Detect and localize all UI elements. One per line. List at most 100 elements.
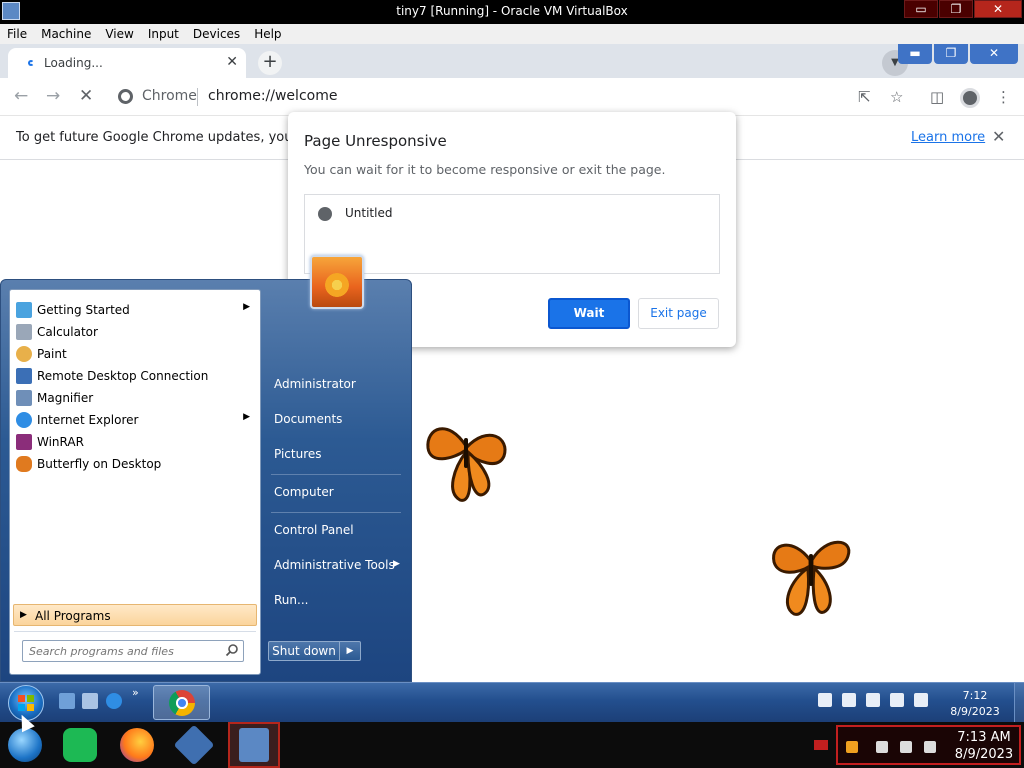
unresponsive-page-name: Untitled xyxy=(345,206,393,220)
learn-more-link[interactable]: Learn more xyxy=(911,130,985,145)
show-desktop-button[interactable] xyxy=(1014,683,1024,723)
program-winrar[interactable]: WinRAR xyxy=(12,431,258,453)
guest-clock[interactable]: 7:12 8/9/2023 xyxy=(940,688,1010,720)
host-notification-icon[interactable] xyxy=(814,740,828,750)
forward-arrow-icon[interactable]: → xyxy=(46,86,60,106)
chrome-site-icon xyxy=(118,89,133,104)
program-paint[interactable]: Paint xyxy=(12,343,258,365)
host-notes-app-icon[interactable] xyxy=(63,728,97,762)
butterfly-icon xyxy=(16,456,32,472)
user-picture[interactable] xyxy=(310,255,364,309)
stop-loading-icon[interactable]: ✕ xyxy=(79,86,93,106)
host-virtualbox-icon[interactable] xyxy=(173,724,215,766)
profile-avatar-icon[interactable] xyxy=(960,88,980,108)
menu-file[interactable]: File xyxy=(0,27,34,41)
calculator-icon xyxy=(16,324,32,340)
start-item-documents[interactable]: Documents xyxy=(274,412,342,426)
share-icon[interactable]: ⇱ xyxy=(858,88,871,106)
wait-button[interactable]: Wait xyxy=(548,298,630,329)
host-start-orb-icon[interactable] xyxy=(8,728,42,762)
submenu-arrow-icon: ▶ xyxy=(393,559,400,569)
tray-document-icon[interactable] xyxy=(842,693,856,707)
bookmark-star-icon[interactable]: ☆ xyxy=(890,88,903,106)
shut-down-button[interactable]: Shut down xyxy=(268,641,340,661)
host-flag-icon[interactable] xyxy=(876,741,888,753)
tray-app-icon[interactable] xyxy=(818,693,832,707)
search-programs-input[interactable] xyxy=(29,643,219,659)
host-vm-window-button[interactable] xyxy=(228,722,280,768)
host-clock[interactable]: 7:13 AM 8/9/2023 xyxy=(948,729,1020,763)
all-programs-button[interactable]: ▶ All Programs xyxy=(13,604,257,626)
program-calculator[interactable]: Calculator xyxy=(12,321,258,343)
remote-desktop-icon xyxy=(16,368,32,384)
start-item-run[interactable]: Run... xyxy=(274,593,308,607)
start-item-administrative-tools[interactable]: Administrative Tools xyxy=(274,558,395,572)
show-desktop-icon[interactable] xyxy=(59,693,75,709)
back-arrow-icon[interactable]: ← xyxy=(14,86,28,106)
program-remote-desktop[interactable]: Remote Desktop Connection xyxy=(12,365,258,387)
quick-launch-more-button[interactable]: » xyxy=(132,686,139,699)
program-getting-started[interactable]: Getting Started ▶ xyxy=(12,299,258,321)
host-date: 8/9/2023 xyxy=(954,747,1014,762)
side-panel-icon[interactable]: ◫ xyxy=(930,88,944,106)
winrar-icon xyxy=(16,434,32,450)
start-item-control-panel[interactable]: Control Panel xyxy=(274,523,354,537)
address-bar[interactable]: Chrome chrome://welcome xyxy=(110,83,956,111)
butterfly-image xyxy=(426,427,507,502)
vbox-title-bar: tiny7 [Running] - Oracle VM VirtualBox ▭… xyxy=(0,0,1024,24)
submenu-arrow-icon: ▶ xyxy=(243,302,250,312)
vbox-minimize-button[interactable]: ▭ xyxy=(904,0,938,18)
start-item-computer[interactable]: Computer xyxy=(274,485,334,499)
vbox-close-button[interactable]: ✕ xyxy=(974,0,1022,18)
internet-explorer-icon[interactable] xyxy=(106,693,122,709)
infobar-close-button[interactable]: ✕ xyxy=(992,127,1005,146)
start-search-box[interactable] xyxy=(22,640,244,662)
host-system-tray: 7:13 AM 8/9/2023 xyxy=(836,725,1021,765)
more-menu-icon[interactable]: ⋮ xyxy=(996,88,1011,106)
divider xyxy=(271,512,401,513)
system-tray xyxy=(818,693,938,707)
menu-help[interactable]: Help xyxy=(247,27,288,41)
start-menu: Getting Started ▶ Calculator Paint Remot… xyxy=(0,255,412,682)
program-internet-explorer[interactable]: Internet Explorer ▶ xyxy=(12,409,258,431)
host-tray-app-icon[interactable] xyxy=(846,741,858,753)
switch-windows-icon[interactable] xyxy=(82,693,98,709)
program-butterfly-on-desktop[interactable]: Butterfly on Desktop xyxy=(12,453,258,475)
taskbar-chrome-button[interactable] xyxy=(153,685,210,720)
network-icon[interactable] xyxy=(890,693,904,707)
host-network-icon[interactable] xyxy=(900,741,912,753)
all-programs-arrow-icon: ▶ xyxy=(20,610,27,620)
menu-devices[interactable]: Devices xyxy=(186,27,247,41)
start-item-pictures[interactable]: Pictures xyxy=(274,447,322,461)
chrome-tab-strip: Loading... ✕ + ▼ ▬ ❐ ✕ xyxy=(0,44,1024,78)
magnifier-icon xyxy=(16,390,32,406)
volume-icon[interactable] xyxy=(914,693,928,707)
host-volume-icon[interactable] xyxy=(924,741,936,753)
new-tab-button[interactable]: + xyxy=(258,51,282,75)
program-magnifier[interactable]: Magnifier xyxy=(12,387,258,409)
start-item-administrator[interactable]: Administrator xyxy=(274,377,356,391)
menu-view[interactable]: View xyxy=(98,27,140,41)
menu-machine[interactable]: Machine xyxy=(34,27,98,41)
dialog-message: You can wait for it to become responsive… xyxy=(304,162,666,177)
divider xyxy=(271,474,401,475)
action-center-flag-icon[interactable] xyxy=(866,693,880,707)
host-firefox-icon[interactable] xyxy=(120,728,154,762)
loading-spinner-icon xyxy=(28,60,34,66)
butterfly-image xyxy=(772,540,851,616)
shut-down-options-arrow-icon[interactable]: ▶ xyxy=(340,641,361,661)
windows-logo-icon xyxy=(18,695,34,711)
chrome-tab[interactable]: Loading... ✕ xyxy=(8,48,246,78)
host-time: 7:13 AM xyxy=(957,730,1011,745)
chrome-minimize-button[interactable]: ▬ xyxy=(898,44,932,64)
vbox-restore-button[interactable]: ❐ xyxy=(939,0,973,18)
internet-explorer-icon xyxy=(16,412,32,428)
tab-close-button[interactable]: ✕ xyxy=(226,54,238,70)
menu-input[interactable]: Input xyxy=(141,27,186,41)
exit-page-button[interactable]: Exit page xyxy=(638,298,719,329)
chrome-restore-button[interactable]: ❐ xyxy=(934,44,968,64)
chrome-close-button[interactable]: ✕ xyxy=(970,44,1018,64)
guest-desktop: Loading... ✕ + ▼ ▬ ❐ ✕ ← → ✕ Chrome chro… xyxy=(0,44,1024,682)
site-chip: Chrome xyxy=(142,88,197,104)
omnibox-separator xyxy=(197,88,198,106)
